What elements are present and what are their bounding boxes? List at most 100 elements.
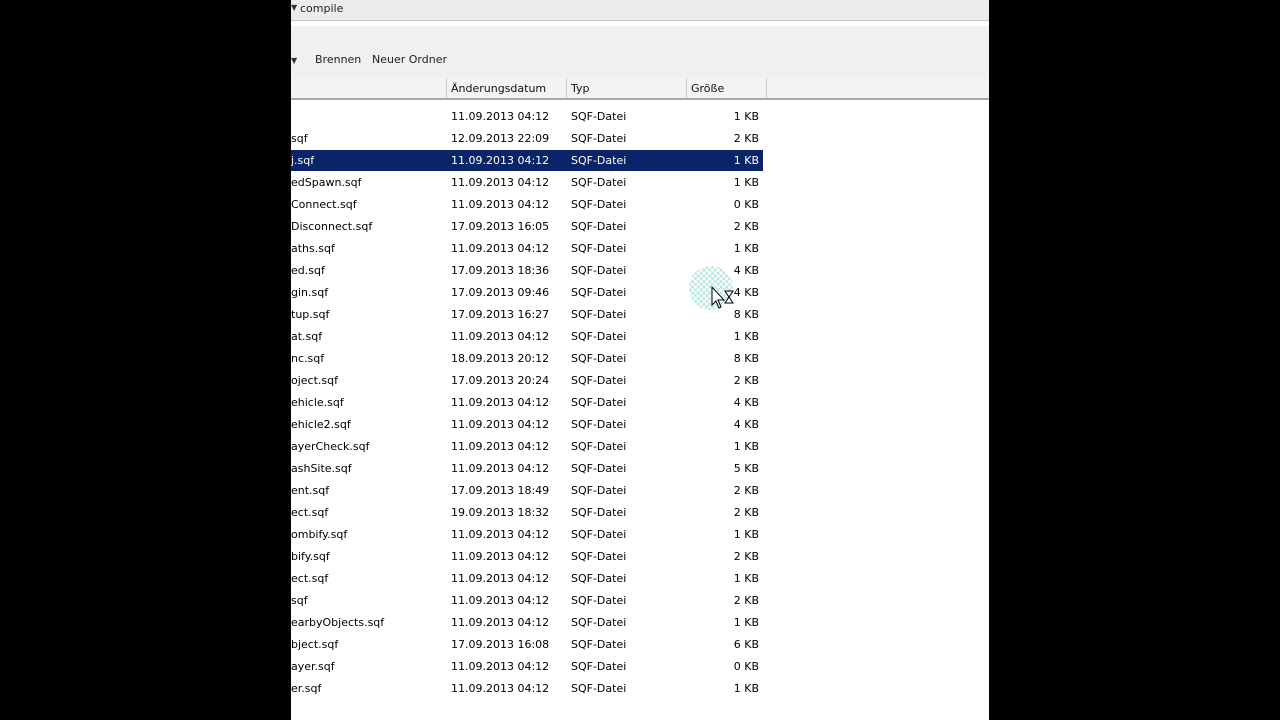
new-folder-button[interactable]: Neuer Ordner — [372, 53, 447, 66]
file-row[interactable]: Disconnect.sqf 17.09.2013 16:05 SQF-Datei 2… — [291, 216, 763, 237]
breadcrumb-compile[interactable]: compile — [300, 2, 343, 15]
file-size: 2 KB — [733, 220, 759, 233]
file-name: tup.sqf — [291, 308, 330, 321]
file-name: sqf — [291, 594, 308, 607]
file-row[interactable]: ombify.sqf 11.09.2013 04:12 SQF-Datei 1 KB — [291, 524, 763, 545]
file-date: 11.09.2013 04:12 — [451, 440, 550, 453]
file-name: ent.sqf — [291, 484, 330, 497]
file-row[interactable]: ayer.sqf 11.09.2013 04:12 SQF-Datei 0 KB — [291, 656, 763, 677]
busy-cursor-icon — [689, 266, 734, 310]
dropdown-chevron-icon[interactable]: ▼ — [291, 56, 297, 65]
file-name: ombify.sqf — [291, 528, 348, 541]
file-type: SQF-Datei — [571, 110, 627, 123]
file-date: 11.09.2013 04:12 — [451, 528, 550, 541]
file-type: SQF-Datei — [571, 242, 627, 255]
burn-button[interactable]: Brennen — [315, 53, 361, 66]
file-type: SQF-Datei — [571, 220, 627, 233]
file-row[interactable]: nc.sqf 18.09.2013 20:12 SQF-Datei 8 KB — [291, 348, 763, 369]
file-row[interactable]: ect.sqf 11.09.2013 04:12 SQF-Datei 1 KB — [291, 568, 763, 589]
file-name: ect.sqf — [291, 572, 329, 585]
file-name: bify.sqf — [291, 550, 330, 563]
file-type: SQF-Datei — [571, 352, 627, 365]
file-date: 17.09.2013 18:49 — [451, 484, 550, 497]
column-header-date-label: Änderungsdatum — [451, 82, 547, 95]
file-row[interactable]: ashSite.sqf 11.09.2013 04:12 SQF-Datei 5 KB — [291, 458, 763, 479]
file-row[interactable]: bject.sqf 17.09.2013 16:08 SQF-Datei 6 KB — [291, 634, 763, 655]
file-row[interactable]: oject.sqf 17.09.2013 20:24 SQF-Datei 2 KB — [291, 370, 763, 391]
file-row[interactable]: sqf 12.09.2013 22:09 SQF-Datei 2 KB — [291, 128, 763, 149]
file-type: SQF-Datei — [571, 440, 627, 453]
file-row[interactable]: aths.sqf 11.09.2013 04:12 SQF-Datei 1 KB — [291, 238, 763, 259]
file-type: SQF-Datei — [571, 286, 627, 299]
file-type: SQF-Datei — [571, 374, 627, 387]
file-name: oject.sqf — [291, 374, 338, 387]
file-row[interactable]: edSpawn.sqf 11.09.2013 04:12 SQF-Datei 1 KB — [291, 172, 763, 193]
file-row[interactable]: ent.sqf 17.09.2013 18:49 SQF-Datei 2 KB — [291, 480, 763, 501]
file-type: SQF-Datei — [571, 176, 627, 189]
file-size: 5 KB — [733, 462, 759, 475]
address-bar[interactable]: ▼ compile — [291, 0, 989, 21]
file-size: 1 KB — [733, 616, 759, 629]
file-row[interactable]: at.sqf 11.09.2013 04:12 SQF-Datei 1 KB — [291, 326, 763, 347]
column-header-type-label: Typ — [571, 82, 590, 95]
file-type: SQF-Datei — [571, 638, 627, 651]
file-row[interactable]: 11.09.2013 04:12 SQF-Datei 1 KB — [291, 106, 763, 127]
file-type: SQF-Datei — [571, 264, 627, 277]
file-type: SQF-Datei — [571, 506, 627, 519]
file-type: SQF-Datei — [571, 594, 627, 607]
file-date: 17.09.2013 16:27 — [451, 308, 550, 321]
file-size: 1 KB — [733, 242, 759, 255]
file-date: 11.09.2013 04:12 — [451, 616, 550, 629]
file-date: 11.09.2013 04:12 — [451, 396, 550, 409]
file-row[interactable]: sqf 11.09.2013 04:12 SQF-Datei 2 KB — [291, 590, 763, 611]
file-type: SQF-Datei — [571, 308, 627, 321]
file-name: earbyObjects.sqf — [291, 616, 385, 629]
file-date: 17.09.2013 18:36 — [451, 264, 550, 277]
file-date: 11.09.2013 04:12 — [451, 550, 550, 563]
file-type: SQF-Datei — [571, 616, 627, 629]
file-type: SQF-Datei — [571, 132, 627, 145]
file-type: SQF-Datei — [571, 462, 627, 475]
file-row[interactable]: ect.sqf 19.09.2013 18:32 SQF-Datei 2 KB — [291, 502, 763, 523]
file-size: 1 KB — [733, 110, 759, 123]
column-header-type[interactable]: Typ — [566, 78, 687, 98]
file-row[interactable]: bify.sqf 11.09.2013 04:12 SQF-Datei 2 KB — [291, 546, 763, 567]
file-date: 11.09.2013 04:12 — [451, 660, 550, 673]
file-name: edSpawn.sqf — [291, 176, 362, 189]
file-row[interactable]: ayerCheck.sqf 11.09.2013 04:12 SQF-Datei 1 … — [291, 436, 763, 457]
file-type: SQF-Datei — [571, 660, 627, 673]
column-header-size[interactable]: Größe — [686, 78, 767, 98]
file-size: 1 KB — [733, 572, 759, 585]
file-row[interactable]: ehicle2.sqf 11.09.2013 04:12 SQF-Datei 4 KB — [291, 414, 763, 435]
file-size: 4 KB — [733, 396, 759, 409]
file-size: 1 KB — [733, 154, 759, 167]
file-size: 2 KB — [733, 506, 759, 519]
file-date: 11.09.2013 04:12 — [451, 682, 550, 695]
file-size: 2 KB — [733, 484, 759, 497]
file-name: ehicle.sqf — [291, 396, 344, 409]
file-type: SQF-Datei — [571, 484, 627, 497]
file-date: 17.09.2013 16:05 — [451, 220, 550, 233]
file-size: 8 KB — [733, 352, 759, 365]
file-row[interactable]: earbyObjects.sqf 11.09.2013 04:12 SQF-Date… — [291, 612, 763, 633]
file-type: SQF-Datei — [571, 154, 627, 167]
column-header-date[interactable]: Änderungsdatum — [446, 78, 567, 98]
file-date: 18.09.2013 20:12 — [451, 352, 550, 365]
file-size: 4 KB — [733, 418, 759, 431]
file-row[interactable]: er.sqf 11.09.2013 04:12 SQF-Datei 1 KB — [291, 678, 763, 699]
file-name: ashSite.sqf — [291, 462, 352, 475]
breadcrumb-chevron-icon[interactable]: ▼ — [291, 3, 297, 12]
file-date: 11.09.2013 04:12 — [451, 572, 550, 585]
file-row[interactable]: j.sqf 11.09.2013 04:12 SQF-Datei 1 KB — [291, 150, 763, 171]
file-date: 19.09.2013 18:32 — [451, 506, 550, 519]
file-row[interactable]: Connect.sqf 11.09.2013 04:12 SQF-Datei 0 KB — [291, 194, 763, 215]
file-size: 1 KB — [733, 330, 759, 343]
file-name: aths.sqf — [291, 242, 335, 255]
file-date: 17.09.2013 09:46 — [451, 286, 550, 299]
column-header-name[interactable] — [291, 78, 447, 98]
file-date: 11.09.2013 04:12 — [451, 462, 550, 475]
file-row[interactable]: ehicle.sqf 11.09.2013 04:12 SQF-Datei 4 KB — [291, 392, 763, 413]
file-name: ect.sqf — [291, 506, 329, 519]
file-type: SQF-Datei — [571, 682, 627, 695]
file-size: 1 KB — [733, 176, 759, 189]
